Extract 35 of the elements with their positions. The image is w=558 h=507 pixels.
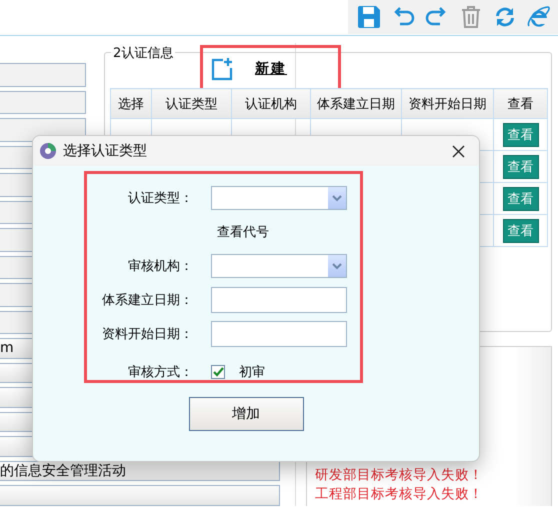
group-title: 2认证信息 — [111, 44, 176, 62]
app-logo-icon — [39, 142, 57, 160]
view-button[interactable]: 查看 — [502, 218, 538, 242]
date-field[interactable] — [211, 321, 347, 347]
view-button[interactable]: 查看 — [502, 186, 538, 210]
close-icon — [452, 144, 465, 158]
column-header: 认证类型 — [152, 88, 232, 118]
view-button[interactable]: 查看 — [502, 154, 538, 178]
combo-box[interactable] — [211, 254, 347, 278]
column-header: 体系建立日期 — [310, 88, 402, 118]
field-label: 审核机构： — [127, 258, 194, 276]
combo-box[interactable] — [211, 186, 347, 210]
new-document-icon — [211, 56, 233, 80]
date-field[interactable] — [211, 287, 347, 313]
add-button[interactable]: 增加 — [188, 397, 304, 431]
field-label: 体系建立日期： — [101, 292, 194, 310]
input-field[interactable] — [0, 90, 86, 114]
error-message: 工程部目标考核导入失败！ — [315, 485, 484, 504]
field-label: 审核方式： — [127, 364, 194, 382]
checkbox-label: 初审 — [239, 364, 265, 381]
field-label: 资料开始日期： — [101, 326, 194, 344]
column-header: 资料开始日期 — [402, 88, 494, 118]
view-button[interactable]: 查看 — [502, 122, 538, 146]
checkbox[interactable] — [211, 365, 225, 379]
list-row[interactable]: 的信息安全管理活动 — [0, 460, 280, 482]
dialog-title: 选择认证类型 — [63, 142, 148, 160]
error-message: 研发部目标考核导入失败！ — [315, 466, 484, 485]
input-field[interactable] — [0, 485, 280, 506]
field-label: 认证类型： — [127, 190, 194, 208]
column-header: 查看 — [494, 88, 548, 118]
column-header: 认证机构 — [232, 88, 310, 118]
view-code-link[interactable]: 查看代号 — [211, 215, 351, 249]
save-icon[interactable] — [356, 4, 382, 30]
column-header: 选择 — [110, 88, 152, 118]
input-field[interactable] — [0, 63, 86, 86]
